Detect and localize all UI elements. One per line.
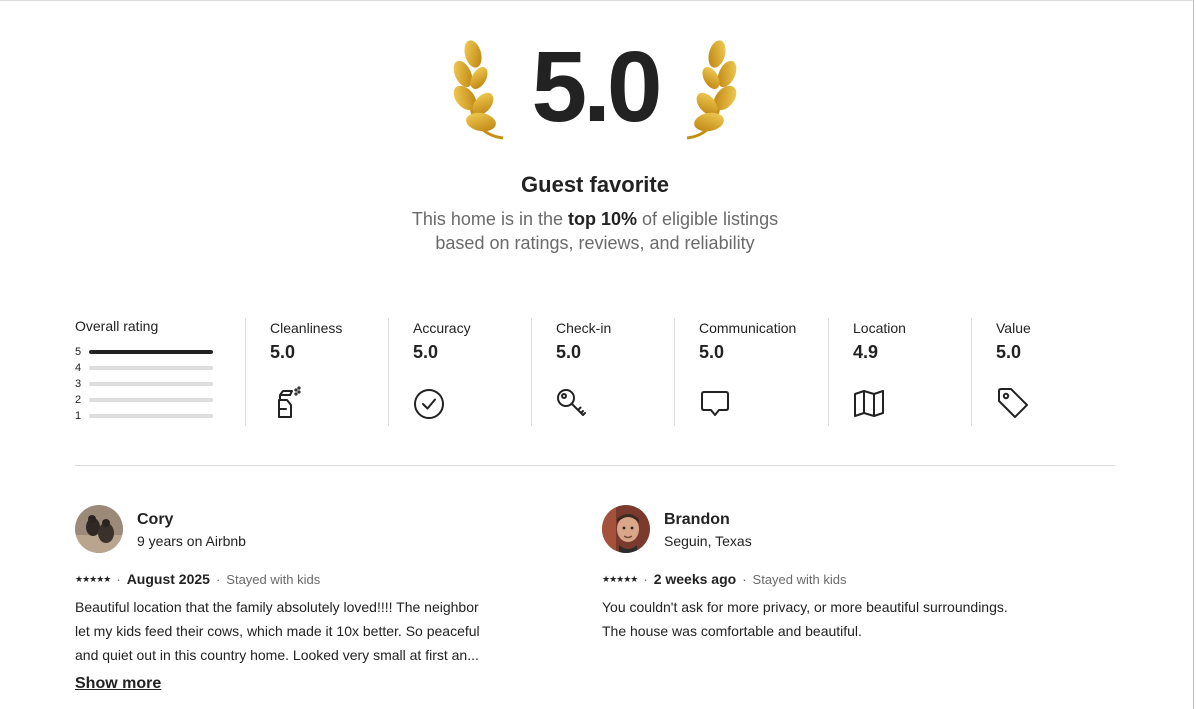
category-score: 4.9 — [853, 342, 879, 362]
category-score: 5.0 — [996, 342, 1022, 362]
review-card: Cory 9 years on Airbnb ★★★★★ · August 20… — [75, 505, 535, 693]
category-location: Location 4.9 — [828, 318, 971, 426]
category-score: 5.0 — [556, 342, 582, 362]
rating-bar-row: 2 — [75, 392, 220, 408]
category-accuracy: Accuracy 5.0 — [388, 318, 531, 426]
rating-bar-label: 4 — [75, 362, 82, 374]
review-header[interactable]: Brandon Seguin, Texas — [602, 505, 1062, 553]
review-date: August 2025 — [126, 571, 210, 587]
star-rating-icon: ★★★★★ — [75, 573, 111, 584]
rating-bar-label: 5 — [75, 346, 82, 358]
show-more-link[interactable]: Show more — [75, 675, 161, 693]
chat-bubble-icon — [701, 391, 729, 416]
category-title: Cleanliness — [270, 320, 343, 336]
review-text: Beautiful location that the family absol… — [75, 595, 505, 667]
trip-type: Stayed with kids — [752, 571, 847, 587]
rating-bar-label: 2 — [75, 394, 82, 406]
reviewer-info: Brandon Seguin, Texas — [664, 510, 752, 549]
category-score: 5.0 — [270, 342, 296, 362]
section-divider — [75, 465, 1115, 466]
separator-dot: · — [215, 571, 221, 587]
reviewer-location: Seguin, Texas — [664, 532, 752, 549]
rating-bar-label: 3 — [75, 378, 82, 390]
rating-bar-label: 1 — [75, 410, 82, 422]
category-value: Value 5.0 — [971, 318, 1115, 426]
category-communication: Communication 5.0 — [674, 318, 828, 426]
review-text-line: let my kids feed their cows, which made … — [75, 623, 480, 639]
guest-favorite-description: This home is in the top 10% of eligible … — [0, 207, 1190, 255]
review-text-line: Beautiful location that the family absol… — [75, 599, 479, 615]
category-title: Check-in — [556, 320, 612, 336]
review-card: Brandon Seguin, Texas ★★★★★ · 2 weeks ag… — [602, 505, 1062, 643]
rating-bars: 5 4 3 2 1 — [75, 344, 220, 424]
score-badge: 5.0 — [445, 30, 745, 160]
rating-bar-track — [89, 366, 213, 370]
overall-rating-histogram: Overall rating 5 4 3 2 1 — [75, 318, 220, 424]
review-date: 2 weeks ago — [653, 571, 737, 587]
separator-dot: · — [742, 571, 747, 587]
reviewer-name[interactable]: Cory — [137, 510, 246, 530]
rating-bar-row: 1 — [75, 408, 220, 424]
avatar[interactable] — [75, 505, 123, 553]
rating-bar-row: 3 — [75, 376, 220, 392]
separator-dot: · — [116, 571, 121, 587]
category-cleanliness: Cleanliness 5.0 — [245, 318, 388, 426]
category-score: 5.0 — [413, 342, 439, 362]
trip-type: Stayed with kids — [226, 571, 321, 587]
rating-bar-fill — [89, 350, 213, 354]
category-title: Location — [853, 320, 906, 336]
rating-bar-row: 4 — [75, 360, 220, 376]
review-meta: ★★★★★ · August 2025 · Stayed with kids — [75, 571, 535, 587]
description-highlight: top 10% — [567, 209, 637, 229]
review-meta: ★★★★★ · 2 weeks ago · Stayed with kids — [602, 571, 1062, 587]
category-title: Value — [996, 320, 1031, 336]
ratings-breakdown: Overall rating 5 4 3 2 1 Cleanliness 5.0… — [75, 318, 1115, 426]
category-check-in: Check-in 5.0 — [531, 318, 674, 426]
rating-bar-track — [89, 414, 213, 418]
review-text-line: and quiet out in this country home. Look… — [75, 647, 479, 663]
description-text: based on ratings, reviews, and reliabili… — [435, 233, 755, 253]
review-text-line: You couldn't ask for more privacy, or mo… — [602, 599, 1008, 615]
rating-bar-track — [89, 350, 213, 354]
overall-rating-title: Overall rating — [75, 318, 159, 334]
guest-favorite-hero: 5.0 — [0, 30, 1190, 160]
category-score: 5.0 — [699, 342, 725, 362]
rating-bar-row: 5 — [75, 344, 220, 360]
rating-bar-track — [89, 382, 213, 386]
reviewer-tenure: 9 years on Airbnb — [137, 532, 246, 549]
description-text: of eligible listings — [637, 209, 779, 229]
reviewer-name[interactable]: Brandon — [664, 510, 752, 530]
price-tag-icon — [998, 388, 1028, 418]
map-icon — [854, 390, 884, 417]
rating-bar-track — [89, 398, 213, 402]
review-text: You couldn't ask for more privacy, or mo… — [602, 595, 1032, 643]
spray-bottle-icon — [278, 386, 301, 418]
reviewer-info: Cory 9 years on Airbnb — [137, 510, 246, 549]
description-text: This home is in the — [411, 209, 568, 229]
separator-dot: · — [643, 571, 648, 587]
category-title: Communication — [699, 320, 797, 336]
star-rating-icon: ★★★★★ — [602, 573, 638, 584]
category-title: Accuracy — [413, 320, 471, 336]
review-text-line: The house was comfortable and beautiful. — [602, 623, 862, 639]
avatar[interactable] — [602, 505, 650, 553]
key-icon — [557, 389, 586, 416]
laurel-right-icon — [686, 40, 737, 140]
guest-favorite-title: Guest favorite — [521, 172, 669, 197]
review-header[interactable]: Cory 9 years on Airbnb — [75, 505, 535, 553]
check-circle-icon — [414, 389, 444, 419]
